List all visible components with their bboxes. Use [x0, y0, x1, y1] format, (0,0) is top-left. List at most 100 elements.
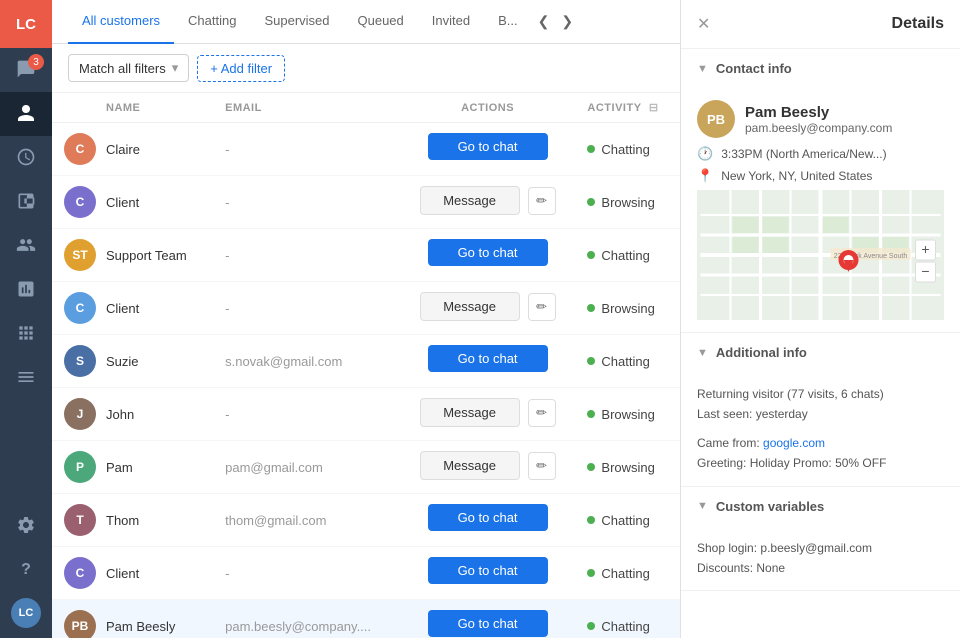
close-details-button[interactable]: ✕ — [697, 14, 710, 34]
greeting-label: Greeting: — [697, 456, 750, 470]
customer-name-cell: C Client — [52, 547, 213, 600]
details-panel: ✕ Details ▼ Contact info PB Pam Beesly p… — [680, 0, 960, 638]
go-to-chat-button[interactable]: Go to chat — [428, 557, 548, 584]
tab-supervised[interactable]: Supervised — [250, 0, 343, 44]
tab-invited[interactable]: Invited — [418, 0, 484, 44]
match-filter-dropdown[interactable]: Match all filters ▾ — [68, 54, 189, 82]
custom-variables-body: Shop login: p.beesly@gmail.com Discounts… — [681, 526, 960, 591]
sidebar-item-team[interactable] — [0, 224, 52, 268]
message-button[interactable]: Message — [420, 451, 520, 480]
status-dot — [587, 569, 595, 577]
message-button[interactable]: Message — [420, 186, 520, 215]
edit-button[interactable]: ✏ — [528, 187, 556, 215]
contact-info-header[interactable]: ▼ Contact info — [681, 49, 960, 88]
customer-name: Pam Beesly — [106, 619, 175, 634]
contact-email: pam.beesly@company.com — [745, 121, 892, 135]
status-label: Chatting — [601, 513, 649, 528]
status-dot — [587, 251, 595, 259]
status-label: Chatting — [601, 248, 649, 263]
status-label: Chatting — [601, 354, 649, 369]
additional-info-header[interactable]: ▼ Additional info — [681, 333, 960, 372]
tab-more[interactable]: B... — [484, 0, 532, 44]
discounts-value: None — [756, 561, 785, 575]
contact-location-row: 📍 New York, NY, United States — [697, 168, 944, 184]
sidebar-item-customers[interactable] — [0, 92, 52, 136]
table-row: ST Support Team -Go to chat Chatting — [52, 229, 680, 282]
add-filter-button[interactable]: + Add filter — [197, 55, 285, 82]
discounts-label: Discounts: — [697, 561, 756, 575]
actions-cell: Message ✏ — [400, 388, 576, 437]
sidebar-item-settings[interactable] — [0, 504, 52, 548]
sidebar-item-menu[interactable] — [0, 356, 52, 400]
table-row: PB Pam Beesly pam.beesly@company....Go t… — [52, 600, 680, 638]
edit-button[interactable]: ✏ — [528, 293, 556, 321]
go-to-chat-button[interactable]: Go to chat — [428, 504, 548, 531]
sidebar-item-help[interactable]: ? — [0, 548, 52, 592]
additional-info-section: ▼ Additional info Returning visitor (77 … — [681, 333, 960, 487]
match-filter-label: Match all filters — [79, 61, 166, 76]
message-button[interactable]: Message — [420, 398, 520, 427]
shop-login-row: Shop login: p.beesly@gmail.com — [697, 538, 944, 558]
col-header-actions: ACTIONS — [400, 93, 576, 123]
custom-variables-header[interactable]: ▼ Custom variables — [681, 487, 960, 526]
actions-cell: Go to chat — [400, 547, 576, 594]
go-to-chat-button[interactable]: Go to chat — [428, 345, 548, 372]
contact-info-body: PB Pam Beesly pam.beesly@company.com 🕐 3… — [681, 88, 960, 332]
chevron-icon: ▼ — [697, 63, 708, 75]
filter-icon[interactable]: ⊟ — [649, 102, 659, 114]
settings-icon — [16, 515, 36, 538]
custom-variables-section: ▼ Custom variables Shop login: p.beesly@… — [681, 487, 960, 592]
email-cell: - — [213, 282, 400, 335]
go-to-chat-button[interactable]: Go to chat — [428, 610, 548, 637]
activity-cell: Chatting — [575, 123, 680, 176]
customer-name-cell: T Thom — [52, 494, 213, 547]
avatar: C — [64, 292, 96, 324]
user-avatar[interactable]: LC — [11, 598, 41, 628]
tab-next-button[interactable]: ❯ — [555, 9, 579, 34]
col-header-activity: ACTIVITY ⊟ — [575, 93, 680, 123]
sidebar-item-tickets[interactable] — [0, 180, 52, 224]
customer-name-cell: ST Support Team — [52, 229, 213, 282]
status-dot — [587, 304, 595, 312]
actions-cell: Go to chat — [400, 494, 576, 541]
sidebar-item-apps[interactable] — [0, 312, 52, 356]
table-row: C Client -Go to chat Chatting — [52, 547, 680, 600]
table-row: J John - Message ✏ Browsing — [52, 388, 680, 441]
customer-name: Pam — [106, 460, 133, 475]
actions-cell: Message ✏ — [400, 176, 576, 225]
ticket-icon — [16, 191, 36, 214]
tab-queued[interactable]: Queued — [344, 0, 418, 44]
tab-all-customers[interactable]: All customers — [68, 0, 174, 44]
contact-initials: PB — [707, 112, 725, 127]
status-label: Browsing — [601, 195, 654, 210]
contact-name: Pam Beesly — [745, 104, 892, 121]
app-logo: LC — [0, 0, 52, 48]
contact-location: New York, NY, United States — [721, 169, 872, 183]
tab-chatting[interactable]: Chatting — [174, 0, 250, 44]
customer-name: Claire — [106, 142, 140, 157]
shop-login-value: p.beesly@gmail.com — [760, 541, 872, 555]
message-button[interactable]: Message — [420, 292, 520, 321]
contact-info-label: Contact info — [716, 61, 792, 76]
go-to-chat-button[interactable]: Go to chat — [428, 133, 548, 160]
sidebar-item-history[interactable] — [0, 136, 52, 180]
came-from-label: Came from: — [697, 436, 763, 450]
edit-button[interactable]: ✏ — [528, 452, 556, 480]
sidebar-item-reports[interactable] — [0, 268, 52, 312]
activity-cell: Chatting — [575, 494, 680, 547]
status-label: Browsing — [601, 301, 654, 316]
came-from-link[interactable]: google.com — [763, 436, 825, 450]
sidebar-item-chat[interactable]: 3 — [0, 48, 52, 92]
tab-prev-button[interactable]: ❮ — [532, 9, 556, 34]
email-cell: s.novak@gmail.com — [213, 335, 400, 388]
customer-name-cell: P Pam — [52, 441, 213, 494]
edit-button[interactable]: ✏ — [528, 399, 556, 427]
actions-cell: Message ✏ — [400, 441, 576, 490]
status-label: Browsing — [601, 460, 654, 475]
customer-name: Suzie — [106, 354, 139, 369]
svg-text:+: + — [921, 241, 929, 257]
avatar: C — [64, 133, 96, 165]
go-to-chat-button[interactable]: Go to chat — [428, 239, 548, 266]
email-cell: - — [213, 547, 400, 600]
last-seen: Last seen: yesterday — [697, 404, 944, 424]
